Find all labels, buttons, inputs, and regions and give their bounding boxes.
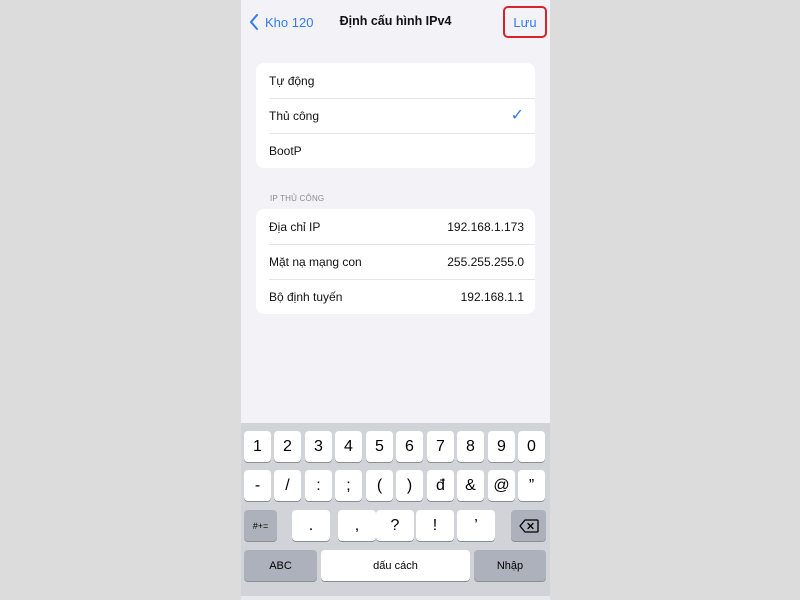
key-3[interactable]: 3 — [305, 431, 332, 462]
option-label: BootP — [269, 143, 302, 158]
key-hyphen[interactable]: - — [244, 470, 271, 501]
key-question[interactable]: ? — [376, 510, 414, 541]
key-4[interactable]: 4 — [335, 431, 362, 462]
keyboard-bottom-strip — [241, 596, 550, 600]
save-label: Lưu — [513, 14, 537, 30]
key-comma[interactable]: , — [338, 510, 376, 541]
key-ampersand[interactable]: & — [457, 470, 484, 501]
option-label: Thủ công — [269, 108, 320, 123]
key-abc[interactable]: ABC — [244, 550, 317, 581]
backspace-key[interactable] — [511, 510, 546, 541]
key-apostrophe[interactable]: ’ — [457, 510, 495, 541]
key-slash[interactable]: / — [274, 470, 301, 501]
field-value[interactable]: 192.168.1.173 — [447, 220, 524, 234]
backspace-icon — [518, 518, 539, 533]
phone-screen: Kho 120 Định cấu hình IPv4 Lưu Tự động T… — [241, 0, 550, 600]
field-value[interactable]: 255.255.255.0 — [447, 255, 524, 269]
key-space[interactable]: dấu cách — [321, 550, 470, 581]
key-period[interactable]: . — [292, 510, 330, 541]
option-label: Tự động — [269, 73, 315, 88]
key-symbols-mode[interactable]: #+= — [244, 510, 277, 541]
key-close-paren[interactable]: ) — [396, 470, 423, 501]
key-9[interactable]: 9 — [488, 431, 515, 462]
key-d-stroke[interactable]: đ — [427, 470, 454, 501]
subnet-mask-field[interactable]: Mặt nạ mạng con 255.255.255.0 — [256, 244, 535, 279]
field-label: Địa chỉ IP — [269, 219, 321, 234]
numeric-keyboard: 1 2 3 4 5 6 7 8 9 0 - / : ; ( ) đ & @ ” … — [241, 423, 550, 600]
key-exclamation[interactable]: ! — [416, 510, 454, 541]
key-semicolon[interactable]: ; — [335, 470, 362, 501]
option-manual[interactable]: Thủ công ✓ — [256, 98, 535, 133]
key-0[interactable]: 0 — [518, 431, 545, 462]
key-5[interactable]: 5 — [366, 431, 393, 462]
save-button[interactable]: Lưu — [503, 6, 547, 38]
key-open-paren[interactable]: ( — [366, 470, 393, 501]
manual-ip-list: Địa chỉ IP 192.168.1.173 Mặt nạ mạng con… — [256, 209, 535, 314]
key-enter[interactable]: Nhập — [474, 550, 546, 581]
field-value[interactable]: 192.168.1.1 — [461, 290, 524, 304]
field-label: Bộ định tuyến — [269, 289, 343, 304]
config-options-list: Tự động Thủ công ✓ BootP — [256, 63, 535, 168]
field-label: Mặt nạ mạng con — [269, 254, 362, 269]
section-header-manual-ip: IP THỦ CÔNG — [270, 194, 325, 203]
key-8[interactable]: 8 — [457, 431, 484, 462]
key-1[interactable]: 1 — [244, 431, 271, 462]
key-7[interactable]: 7 — [427, 431, 454, 462]
key-at[interactable]: @ — [488, 470, 515, 501]
checkmark-icon: ✓ — [510, 106, 524, 124]
key-quote[interactable]: ” — [518, 470, 545, 501]
navigation-bar: Kho 120 Định cấu hình IPv4 Lưu — [241, 0, 550, 44]
router-field[interactable]: Bộ định tuyến 192.168.1.1 — [256, 279, 535, 314]
option-bootp[interactable]: BootP — [256, 133, 535, 168]
key-6[interactable]: 6 — [396, 431, 423, 462]
key-colon[interactable]: : — [305, 470, 332, 501]
option-automatic[interactable]: Tự động — [256, 63, 535, 98]
ip-address-field[interactable]: Địa chỉ IP 192.168.1.173 — [256, 209, 535, 244]
key-2[interactable]: 2 — [274, 431, 301, 462]
